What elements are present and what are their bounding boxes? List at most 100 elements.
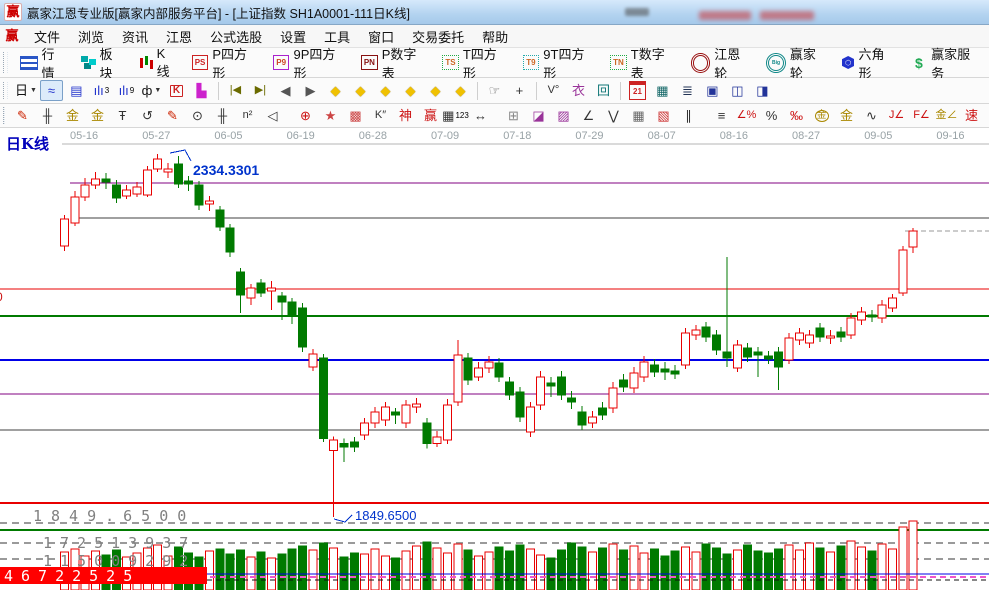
kline-settings-icon[interactable]: K: [165, 80, 188, 101]
crosshair-icon[interactable]: +: [508, 80, 531, 101]
t-number-table-button-icon: TN: [610, 55, 627, 70]
gold-levels-icon[interactable]: 金: [835, 105, 858, 126]
speed-line-icon[interactable]: 速: [960, 105, 983, 126]
parallel-lines-icon[interactable]: ∥: [677, 105, 700, 126]
wave-tool-icon[interactable]: ∿: [860, 105, 883, 126]
golden-section-v-icon[interactable]: 金: [61, 105, 84, 126]
zigzag-icon[interactable]: ⋁: [602, 105, 625, 126]
9p-square-button[interactable]: P99P四方形: [266, 48, 354, 77]
date-tick-07-09: 07-09: [431, 130, 459, 142]
permille-icon[interactable]: ‰: [785, 105, 808, 126]
gold-angle-icon[interactable]: 金∠: [935, 105, 958, 126]
ying-line-icon[interactable]: 赢: [985, 105, 989, 126]
gann-wheel-button[interactable]: 江恩轮: [684, 48, 760, 77]
zoom-diamond-3-icon[interactable]: ◆: [374, 80, 397, 101]
p-square-button-icon: PS: [192, 55, 209, 70]
p-square-button-label: P四方形: [212, 44, 259, 82]
candle-style-dropdown[interactable]: ф▼: [140, 80, 163, 101]
golden-section-h-icon[interactable]: 金: [86, 105, 109, 126]
trend-angle-icon[interactable]: ∠: [577, 105, 600, 126]
titlebar-smudge: [625, 8, 649, 16]
maze-icon[interactable]: 回: [592, 80, 615, 101]
save-floppy-icon[interactable]: ▣: [701, 80, 724, 101]
minute-9-chart-icon[interactable]: ılı9: [115, 80, 138, 101]
p-square-button[interactable]: PSP四方形: [185, 48, 266, 77]
brush-candle-icon[interactable]: ✎: [161, 105, 184, 126]
time-circle-icon[interactable]: ⊙: [186, 105, 209, 126]
j-angle-icon[interactable]: J∠: [885, 105, 908, 126]
winner-service-button-icon: $: [911, 55, 928, 70]
gann-clothes-icon[interactable]: 衣: [567, 80, 590, 101]
hexagon-button-icon: ⬡: [842, 56, 855, 69]
ruler-grid-icon[interactable]: ╫: [36, 105, 59, 126]
square-number-icon[interactable]: n²: [236, 105, 259, 126]
fan-grid-icon[interactable]: ▨: [552, 105, 575, 126]
gann-star-icon[interactable]: ★: [319, 105, 342, 126]
zoom-diamond-6-icon[interactable]: ◆: [449, 80, 472, 101]
t-number-table-button[interactable]: TNT数字表: [603, 48, 683, 77]
zoom-diamond-1-icon[interactable]: ◆: [324, 80, 347, 101]
draw-brush-icon[interactable]: ✎: [11, 105, 34, 126]
grid-diag-icon[interactable]: ▧: [652, 105, 675, 126]
toolbar-grip[interactable]: [3, 107, 5, 123]
calculator-icon[interactable]: ▦: [651, 80, 674, 101]
gold-circle-icon[interactable]: 金: [810, 105, 833, 126]
shen-tool-icon[interactable]: 神: [394, 105, 417, 126]
ying-tool-icon[interactable]: 赢: [419, 105, 442, 126]
date-tick-05-27: 05-27: [142, 130, 170, 142]
quotes-button[interactable]: 行情: [13, 48, 74, 77]
spiral-tool-icon[interactable]: ↺: [136, 105, 159, 126]
hexagon-button-label: 六角形: [858, 44, 896, 82]
p-number-table-button[interactable]: PNP数字表: [354, 48, 435, 77]
t-square-button[interactable]: TST四方形: [435, 48, 515, 77]
period-day-dropdown[interactable]: 日▼: [14, 80, 38, 101]
zoom-diamond-5-icon[interactable]: ◆: [424, 80, 447, 101]
gann-compass-icon[interactable]: ⊕: [294, 105, 317, 126]
hexagon-button[interactable]: ⬡六角形: [835, 48, 904, 77]
kline-button[interactable]: K线: [132, 48, 185, 77]
toolbar-separator: [477, 82, 478, 100]
pan-hand-icon[interactable]: ☞: [483, 80, 506, 101]
winner-service-button-label: 赢家服务: [931, 44, 982, 82]
angle-measure-icon[interactable]: V°: [542, 80, 565, 101]
fan-box-icon[interactable]: ◪: [527, 105, 550, 126]
gann-grid-icon[interactable]: ▩: [344, 105, 367, 126]
toolbar-grip[interactable]: [3, 52, 8, 72]
f-angle-icon[interactable]: F∠: [910, 105, 933, 126]
winner-service-button[interactable]: $赢家服务: [904, 48, 989, 77]
ruler-2-icon[interactable]: ╫: [211, 105, 234, 126]
region-wave-icon[interactable]: ≈: [40, 80, 63, 101]
export-data-icon[interactable]: ◫: [726, 80, 749, 101]
date-tick-06-05: 06-05: [214, 130, 242, 142]
menu-江恩[interactable]: 江恩: [157, 25, 201, 47]
toolbar-grip[interactable]: [3, 82, 8, 100]
info-panel-icon[interactable]: ▤: [65, 80, 88, 101]
page-prev-icon[interactable]: ◀: [274, 80, 297, 101]
jump-last-icon[interactable]: ▶|: [249, 80, 272, 101]
grid-123-icon[interactable]: ▦123: [444, 105, 467, 126]
window-grid-icon[interactable]: ⊞: [502, 105, 525, 126]
kline-chart-area[interactable]: 日K线 05-1605-2706-0506-1906-2807-0907-180…: [0, 128, 989, 590]
notepad-icon[interactable]: ≣: [676, 80, 699, 101]
kline-button-icon: [139, 56, 153, 70]
sectors-button[interactable]: 板块: [74, 48, 132, 77]
minute-3-chart-icon[interactable]: ılı3: [90, 80, 113, 101]
remote-pc-icon[interactable]: ◨: [751, 80, 774, 101]
page-next-icon[interactable]: ▶: [299, 80, 322, 101]
f-tool-icon[interactable]: Ŧ: [111, 105, 134, 126]
volume-histogram-icon[interactable]: ▙: [190, 80, 213, 101]
jump-first-icon[interactable]: |◀: [224, 80, 247, 101]
zoom-diamond-4-icon[interactable]: ◆: [399, 80, 422, 101]
angle-fan-icon[interactable]: ◁: [261, 105, 284, 126]
winner-wheel-button[interactable]: Big赢家轮: [759, 48, 835, 77]
calendar-21-icon[interactable]: 21: [626, 80, 649, 101]
k-tool-icon[interactable]: K″: [369, 105, 392, 126]
percent-icon[interactable]: %: [760, 105, 783, 126]
grid-dense-icon[interactable]: ▦: [627, 105, 650, 126]
sectors-button-icon: [81, 56, 96, 69]
measure-width-icon[interactable]: ↔: [469, 105, 492, 126]
levels-icon[interactable]: ≡: [710, 105, 733, 126]
9t-square-button[interactable]: T99T四方形: [516, 48, 604, 77]
percent-angle-icon[interactable]: ∠%: [735, 105, 758, 126]
zoom-diamond-2-icon[interactable]: ◆: [349, 80, 372, 101]
